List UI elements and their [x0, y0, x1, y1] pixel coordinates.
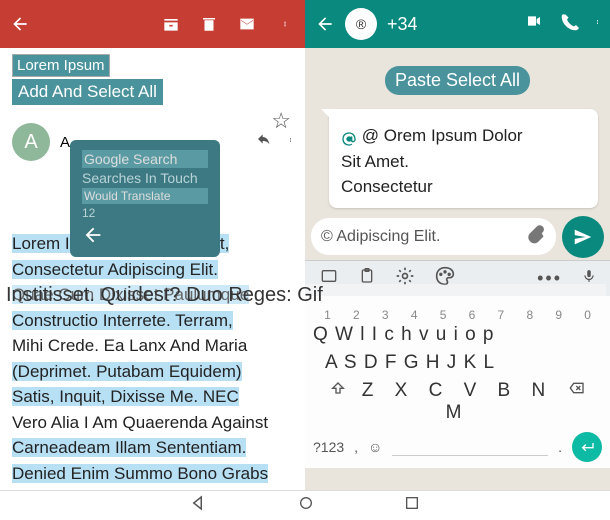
attach-icon[interactable]	[526, 224, 546, 249]
archive-icon[interactable]	[161, 14, 181, 34]
android-navbar	[0, 490, 610, 520]
selection-popup: Google Search Searches In Touch Would Tr…	[70, 140, 220, 257]
back-icon[interactable]	[315, 14, 335, 34]
keyboard-row: Z X C V B N M	[313, 380, 602, 424]
whatsapp-header: ® +34	[305, 0, 610, 48]
more-icon[interactable]	[275, 14, 295, 34]
emoji-key[interactable]: ☺	[368, 439, 382, 455]
trash-icon[interactable]	[199, 14, 219, 34]
star-icon[interactable]: ☆	[271, 108, 291, 134]
popup-back-icon[interactable]	[82, 224, 208, 249]
contact-number[interactable]: +34	[387, 14, 513, 35]
gmail-header	[0, 0, 305, 48]
popup-line[interactable]: Searches In Touch	[82, 170, 208, 186]
backspace-key[interactable]	[560, 380, 594, 424]
symbols-key[interactable]: ?123	[313, 439, 344, 455]
keyboard-row: A S D F G H J K L	[313, 352, 602, 374]
nav-home-icon[interactable]	[298, 495, 314, 516]
video-icon[interactable]	[523, 13, 545, 36]
overlay-text: Institisset. Quidest? Duo Reges: Gif	[6, 284, 606, 307]
contact-avatar[interactable]: ®	[345, 8, 377, 40]
enter-key[interactable]	[572, 432, 602, 462]
mail-icon[interactable]	[237, 14, 257, 34]
popup-num: 12	[82, 206, 208, 220]
nav-back-icon[interactable]	[190, 494, 208, 517]
gmail-panel: Lorem Ipsum Add And Select All ☆ Google …	[0, 0, 305, 490]
message-bubble: @ Orem Ipsum Dolor Sit Amet. Consectetur	[329, 109, 598, 208]
keyboard-row: Q W l I c h v u i o p	[313, 324, 602, 346]
shift-key[interactable]	[321, 380, 355, 424]
message-input[interactable]: © Adipiscing Elit.	[311, 218, 556, 255]
paste-tooltip[interactable]: Paste Select All	[385, 66, 530, 95]
popup-line[interactable]: Would Translate	[82, 188, 208, 204]
phone-icon[interactable]	[561, 13, 579, 36]
popup-line[interactable]: Google Search	[82, 150, 208, 168]
send-button[interactable]	[562, 216, 604, 258]
keyboard[interactable]: 1234567890 Q W l I c h v u i o p A S D F…	[305, 296, 610, 468]
avatar[interactable]: A	[12, 123, 50, 161]
nav-recent-icon[interactable]	[404, 495, 420, 516]
email-body: Lorem Ipsum Dolor Sit Amet, Consectetur …	[12, 231, 293, 490]
whatsapp-panel: ® +34 Paste Select All @ Orem Ipsum Dolo…	[305, 0, 610, 490]
tooltip-add-select[interactable]: Add And Select All	[12, 79, 163, 105]
tooltip-lorem: Lorem Ipsum	[12, 54, 110, 77]
back-icon[interactable]	[10, 14, 30, 34]
more-icon[interactable]	[595, 13, 600, 36]
at-icon	[341, 129, 357, 145]
